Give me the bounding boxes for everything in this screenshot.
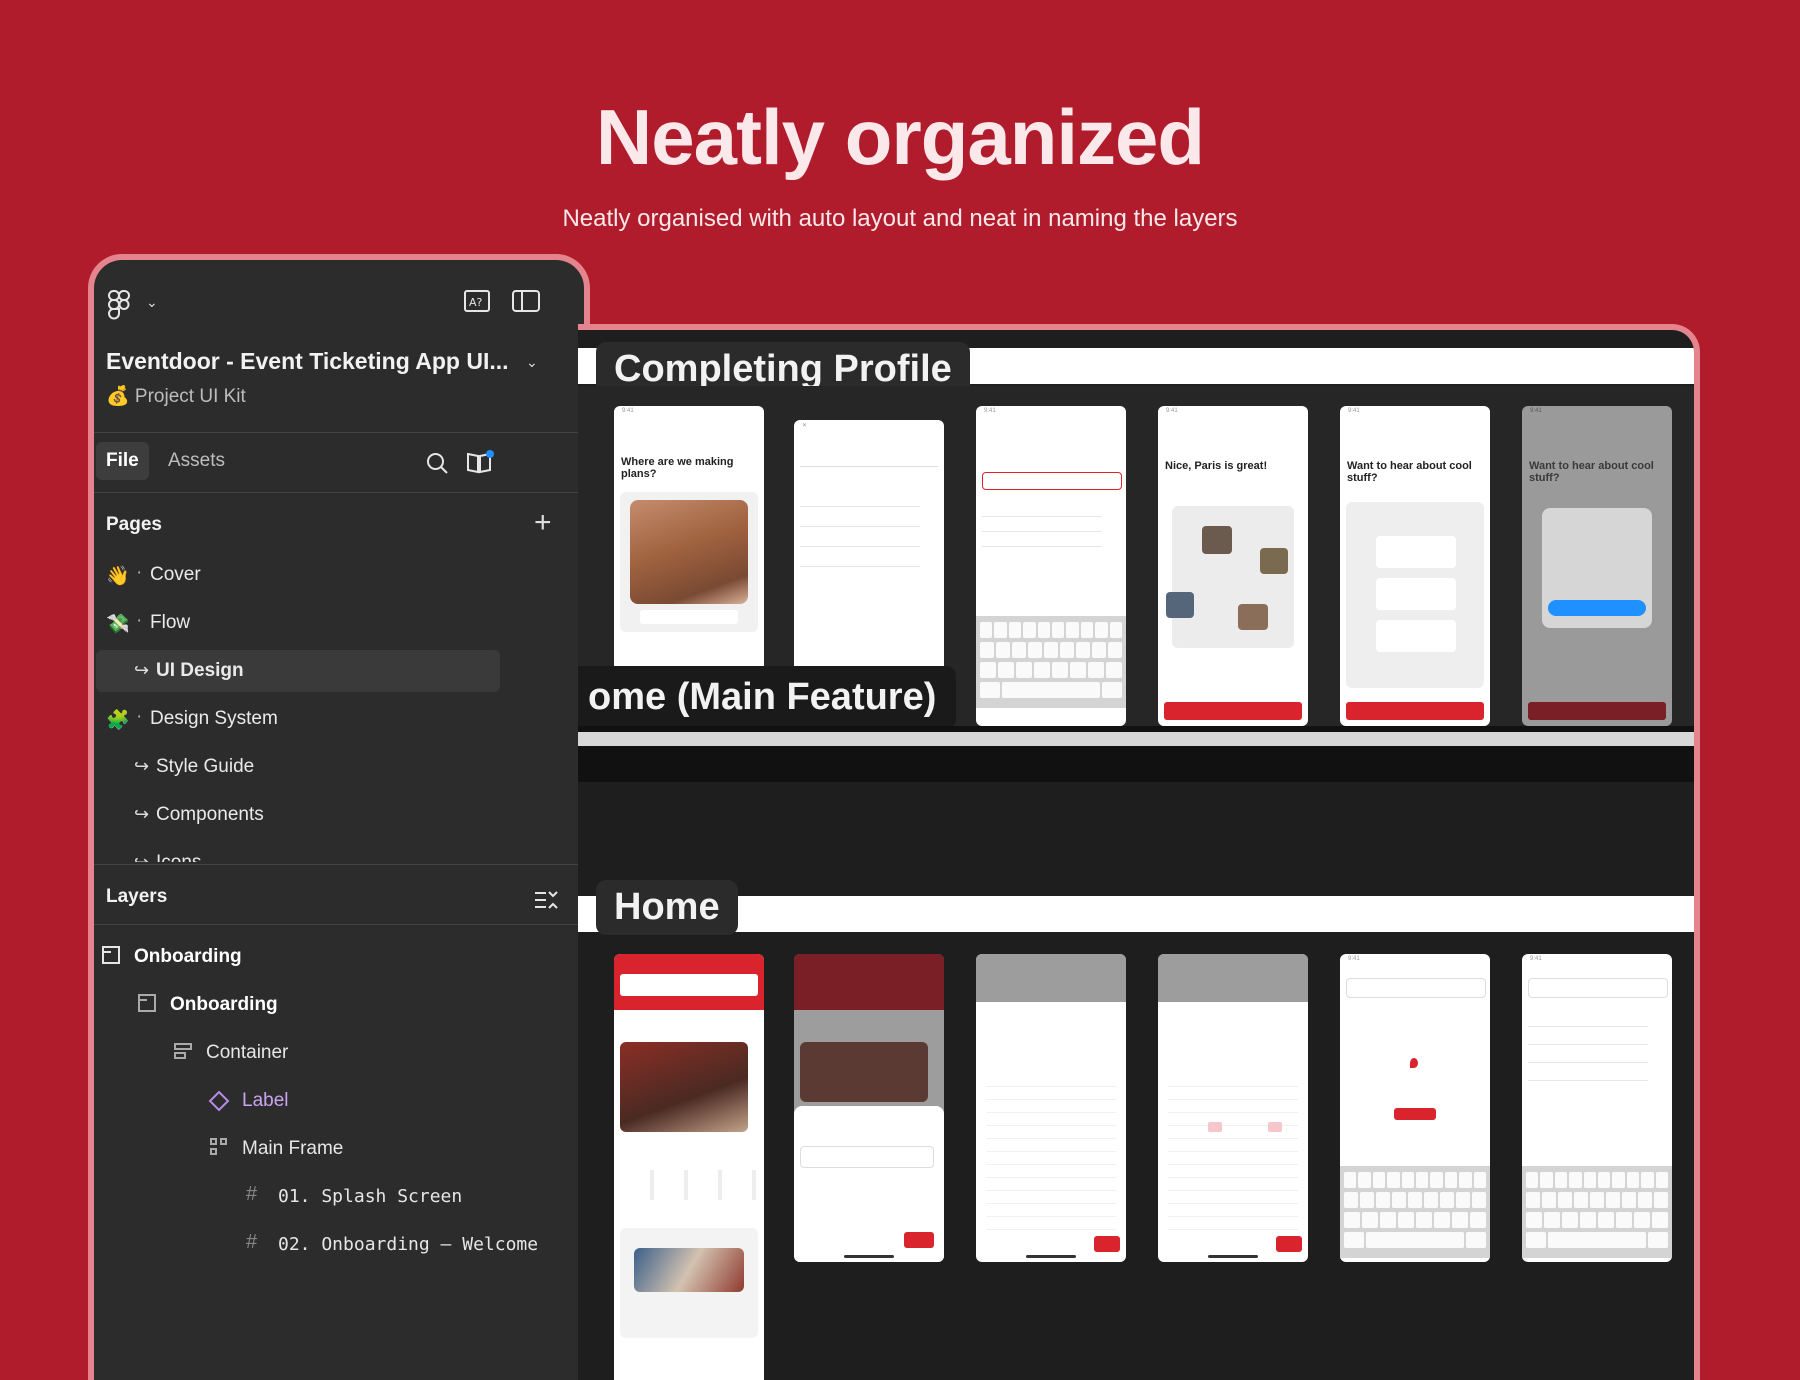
page-item-style-guide[interactable]: ↪ Style Guide xyxy=(94,746,584,788)
collapse-layers-icon[interactable] xyxy=(534,890,558,910)
page-item-cover[interactable]: 👋 · Cover xyxy=(94,554,584,596)
screen-home-filters[interactable] xyxy=(794,954,944,1262)
frame-hash-icon: # xyxy=(246,1183,258,1205)
waving-hand-icon: 👋 xyxy=(106,566,130,587)
chevron-down-icon[interactable]: ⌄ xyxy=(146,294,158,311)
sub-page-arrow-icon: ↪ xyxy=(134,756,150,776)
sidebar-toolbar: ⌄ A? xyxy=(94,260,584,332)
ai-assist-icon[interactable]: A? xyxy=(464,290,490,312)
auto-layout-icon xyxy=(174,1043,192,1059)
library-book-icon[interactable] xyxy=(466,450,494,474)
page-item-ui-design[interactable]: ↪ UI Design xyxy=(96,650,500,692)
screen-cool-stuff[interactable]: 9:41 Want to hear about cool stuff? xyxy=(1340,406,1490,726)
pages-title: Pages xyxy=(106,514,162,535)
divider xyxy=(94,492,584,493)
layer-label: Onboarding xyxy=(170,994,278,1015)
screen-cool-stuff-dialog[interactable]: 9:41 Want to hear about cool stuff? xyxy=(1522,406,1672,726)
component-instance-icon xyxy=(208,1090,230,1112)
section-divider xyxy=(578,746,1694,782)
screen-date-picker[interactable] xyxy=(976,954,1126,1262)
layer-row[interactable]: Label xyxy=(94,1078,584,1122)
keyboard xyxy=(1522,1166,1672,1258)
page-item-icons[interactable]: ↪ Icons xyxy=(94,842,584,862)
screen-title: Nice, Paris is great! xyxy=(1165,460,1268,472)
allow-notifications-button[interactable] xyxy=(1528,702,1666,720)
page-label: Cover xyxy=(150,564,201,585)
tab-assets[interactable]: Assets xyxy=(158,442,235,480)
layers-title: Layers xyxy=(106,886,168,907)
allow-notifications-button[interactable] xyxy=(1346,702,1484,720)
layer-row[interactable]: # 01. Splash Screen xyxy=(94,1174,584,1218)
page-label: UI Design xyxy=(156,660,244,681)
sub-page-arrow-icon: ↪ xyxy=(134,660,150,680)
screen-title: Want to hear about cool stuff? xyxy=(1529,460,1654,484)
divider xyxy=(94,864,584,865)
page-item-design-system[interactable]: 🧩 · Design System xyxy=(94,698,584,740)
screen-paris-great[interactable]: 9:41 Nice, Paris is great! xyxy=(1158,406,1308,726)
layer-row[interactable]: # 02. Onboarding – Welcome xyxy=(94,1222,584,1266)
page-item-flow[interactable]: 💸 · Flow xyxy=(94,602,584,644)
screen-use-location[interactable]: 9:41 xyxy=(1340,954,1490,1262)
layer-label: Container xyxy=(206,1042,289,1063)
section-label-home-main-feature[interactable]: ome (Main Feature) xyxy=(578,666,957,729)
bullet: · xyxy=(136,562,143,583)
tab-file[interactable]: File xyxy=(96,442,149,480)
hero-subtitle: Neatly organised with auto layout and ne… xyxy=(562,205,1238,232)
panel-toggle-icon[interactable] xyxy=(512,290,540,312)
divider xyxy=(94,924,584,925)
search-icon[interactable] xyxy=(426,452,448,474)
frame-hash-icon: # xyxy=(246,1231,258,1253)
file-menu-chevron-icon[interactable]: ⌄ xyxy=(526,354,538,371)
bullet: · xyxy=(136,610,143,631)
money-icon: 💸 xyxy=(106,614,130,635)
layer-label: Main Frame xyxy=(242,1138,344,1159)
screen-search-keyboard[interactable]: 9:41 xyxy=(976,406,1126,726)
figma-logo-icon[interactable] xyxy=(108,290,130,320)
layer-row[interactable]: Container xyxy=(94,1030,584,1074)
section-label-home[interactable]: Home xyxy=(596,880,738,935)
screen-title: Where are we making plans? xyxy=(621,456,734,480)
section-divider xyxy=(578,732,1694,746)
page-item-components[interactable]: ↪ Components xyxy=(94,794,584,836)
section-frame-icon xyxy=(102,946,120,964)
page-label: Icons xyxy=(156,852,201,862)
page-label: Design System xyxy=(150,708,278,729)
page-label: Components xyxy=(156,804,264,825)
layer-label: 02. Onboarding – Welcome xyxy=(278,1234,539,1255)
page-label: Flow xyxy=(150,612,191,633)
layer-row[interactable]: Onboarding xyxy=(94,934,584,978)
sub-page-arrow-icon: ↪ xyxy=(134,804,150,824)
section-header-bar xyxy=(578,896,1694,932)
screen-date-range[interactable] xyxy=(1158,954,1308,1262)
notification-card xyxy=(1346,502,1484,688)
keyboard xyxy=(976,616,1126,708)
hero-title: Neatly organized xyxy=(595,93,1205,181)
layer-label: Label xyxy=(242,1090,289,1111)
sub-page-arrow-icon: ↪ xyxy=(134,852,150,862)
layer-row[interactable]: Onboarding xyxy=(94,982,584,1026)
screen-location-results[interactable]: 9:41 xyxy=(1522,954,1672,1262)
section-frame-icon xyxy=(138,994,156,1012)
screen-home-feed[interactable] xyxy=(614,954,764,1380)
sidebar-tabs: File Assets xyxy=(94,432,584,488)
layer-label: Onboarding xyxy=(134,946,242,967)
add-page-icon[interactable]: + xyxy=(534,508,552,538)
file-name[interactable]: Eventdoor - Event Ticketing App UI... xyxy=(106,348,509,375)
layer-label: 01. Splash Screen xyxy=(278,1186,463,1207)
bullet: · xyxy=(136,706,143,727)
screen-title: Want to hear about cool stuff? xyxy=(1347,460,1472,484)
page-label: Style Guide xyxy=(156,756,255,777)
file-project: 💰 Project UI Kit xyxy=(106,386,246,407)
design-canvas[interactable]: Completing Profile 9:41 Where are we mak… xyxy=(578,324,1700,1380)
keyboard xyxy=(1340,1166,1490,1258)
continue-button[interactable] xyxy=(1164,702,1302,720)
figma-sidebar-panel: ⌄ A? Eventdoor - Event Ticketing App UI.… xyxy=(88,254,590,1380)
city-card xyxy=(620,492,758,632)
layer-row[interactable]: Main Frame xyxy=(94,1126,584,1170)
grid-frame-icon xyxy=(210,1138,227,1155)
svg-text:A?: A? xyxy=(469,296,483,309)
puzzle-icon: 🧩 xyxy=(106,710,130,731)
